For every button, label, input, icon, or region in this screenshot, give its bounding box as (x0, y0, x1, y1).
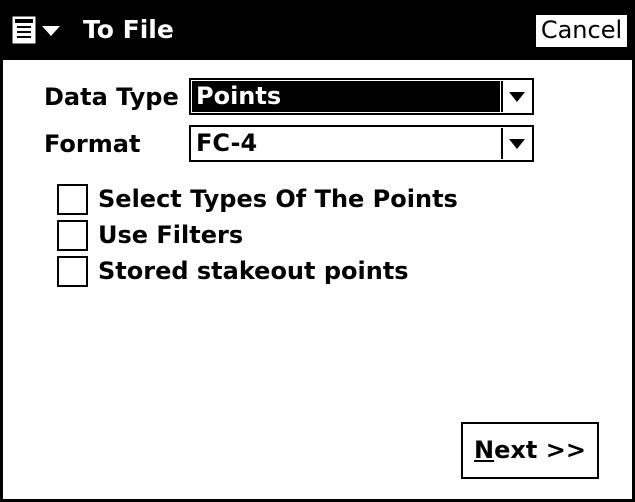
dropdown-arrow-icon (509, 91, 525, 102)
data-type-dropdown[interactable]: Points (189, 78, 534, 115)
data-type-dropdown-button[interactable] (501, 81, 531, 112)
menu-list-icon (12, 16, 36, 44)
format-dropdown[interactable]: FC-4 (189, 125, 534, 162)
dropdown-arrow-icon (509, 138, 525, 149)
format-label: Format (44, 130, 141, 158)
stored-stakeout-checkbox[interactable] (57, 255, 88, 287)
to-file-window: To File Cancel Data Type Points Format F… (0, 0, 635, 502)
chevron-down-icon (42, 26, 60, 36)
cancel-button[interactable]: Cancel (534, 13, 629, 49)
next-button[interactable]: Next >> (461, 422, 599, 479)
use-filters-option[interactable]: Use Filters (57, 219, 243, 251)
stored-stakeout-option[interactable]: Stored stakeout points (57, 255, 409, 287)
format-dropdown-button[interactable] (501, 128, 531, 159)
start-menu-button[interactable] (10, 14, 80, 46)
stored-stakeout-label: Stored stakeout points (98, 257, 409, 285)
data-type-value: Points (192, 81, 500, 112)
use-filters-label: Use Filters (98, 221, 244, 249)
data-type-label: Data Type (44, 83, 179, 111)
format-value: FC-4 (196, 129, 258, 157)
title-bar: To File Cancel (3, 0, 632, 60)
next-mnemonic: N (474, 436, 495, 464)
next-label: ext >> (494, 436, 586, 464)
select-types-option[interactable]: Select Types Of The Points (57, 183, 458, 215)
select-types-label: Select Types Of The Points (98, 185, 458, 213)
select-types-checkbox[interactable] (57, 183, 88, 215)
window-title: To File (83, 15, 174, 44)
use-filters-checkbox[interactable] (57, 219, 88, 251)
